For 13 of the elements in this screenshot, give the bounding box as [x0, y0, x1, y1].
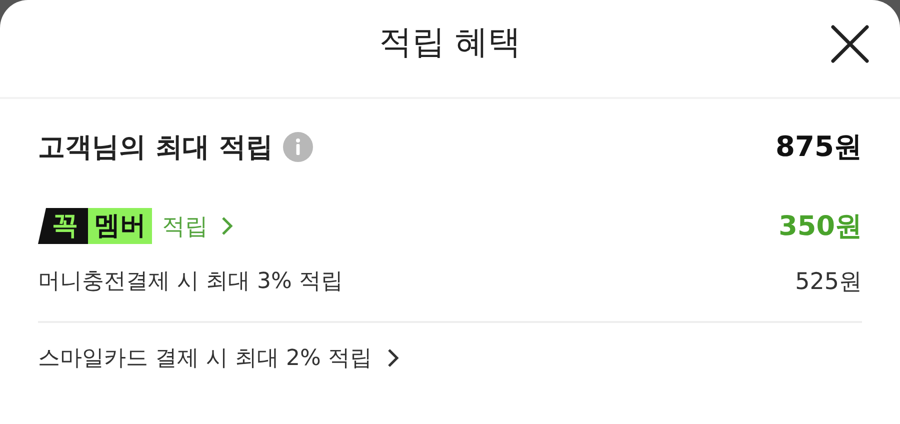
points-detail-label: 머니충전결제 시 최대 3% 적립: [38, 268, 343, 296]
max-points-amount: 875원: [776, 129, 862, 165]
sheet-title: 적립 혜택: [378, 21, 522, 63]
membership-badge-mark: 꼭: [38, 208, 88, 244]
close-button[interactable]: [830, 24, 870, 64]
chevron-icon: [220, 215, 234, 237]
member-points-amount: 350원: [778, 210, 862, 244]
points-detail-amount: 525원: [795, 268, 862, 296]
max-points-label: 고객님의 최대 적립: [38, 131, 273, 165]
chevron-icon: [386, 347, 400, 369]
membership-badge-label: 멤버: [88, 208, 152, 244]
close-icon: [830, 24, 870, 64]
card-points-link[interactable]: 스마일카드 결제 시 최대 2% 적립: [38, 343, 400, 373]
